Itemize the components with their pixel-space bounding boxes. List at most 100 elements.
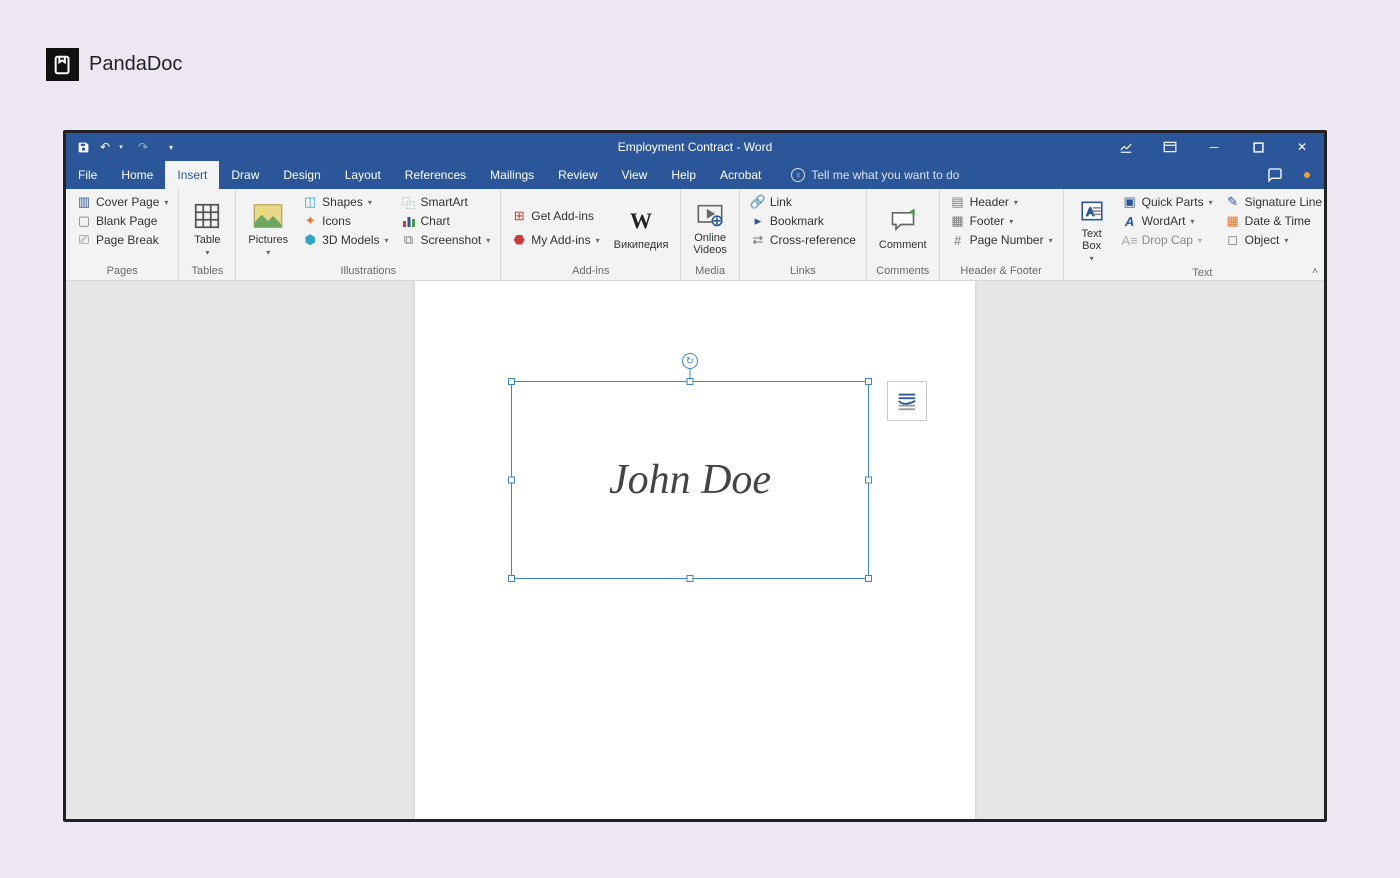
group-links-label: Links [746, 263, 860, 280]
page-break-button[interactable]: ⎚Page Break [72, 231, 172, 249]
my-addins-button[interactable]: ⬣My Add-ins▾ [507, 231, 603, 249]
tab-home[interactable]: Home [109, 161, 165, 189]
group-pages: ▥Cover Page▾ ▢Blank Page ⎚Page Break Pag… [66, 189, 179, 280]
rotate-handle[interactable]: ↻ [682, 353, 698, 369]
ribbon-tabs: File Home Insert Draw Design Layout Refe… [66, 161, 1324, 189]
collapse-ribbon-icon[interactable]: ˄ [1312, 266, 1318, 277]
lightbulb-icon: ♀ [791, 168, 805, 182]
chart-icon [401, 213, 417, 229]
shapes-button[interactable]: ◫Shapes▾ [298, 193, 392, 211]
tab-references[interactable]: References [393, 161, 478, 189]
tab-layout[interactable]: Layout [333, 161, 393, 189]
display-settings-icon[interactable] [1104, 133, 1148, 161]
resize-handle-tm[interactable] [687, 378, 694, 385]
undo-icon[interactable]: ↶ [98, 140, 112, 154]
tab-acrobat[interactable]: Acrobat [708, 161, 773, 189]
footer-button[interactable]: ▦Footer▾ [946, 212, 1057, 230]
document-area: ↻ John Doe [66, 281, 1324, 819]
save-icon[interactable] [76, 140, 90, 154]
cross-reference-button[interactable]: ⇄Cross-reference [746, 231, 860, 249]
minimize-button[interactable]: ─ [1192, 133, 1236, 161]
tab-review[interactable]: Review [546, 161, 609, 189]
video-icon [694, 199, 726, 231]
word-window: ↶ ▾ ↷ ▾ Employment Contract - Word ─ ✕ F… [63, 130, 1327, 822]
titlebar: ↶ ▾ ↷ ▾ Employment Contract - Word ─ ✕ [66, 133, 1324, 161]
feedback-icon[interactable] [1266, 166, 1284, 184]
screenshot-icon: ⧉ [401, 232, 417, 248]
table-button[interactable]: Table▾ [185, 193, 229, 263]
document-page[interactable]: ↻ John Doe [415, 281, 975, 819]
resize-handle-tl[interactable] [508, 378, 515, 385]
get-addins-button[interactable]: ⊞Get Add-ins [507, 207, 603, 225]
tab-draw[interactable]: Draw [219, 161, 271, 189]
chart-button[interactable]: Chart [397, 212, 495, 230]
layout-options-button[interactable] [887, 381, 927, 421]
page-number-icon: # [950, 232, 966, 248]
page-number-button[interactable]: #Page Number▾ [946, 231, 1057, 249]
resize-handle-ml[interactable] [508, 477, 515, 484]
object-button[interactable]: ◻Object▾ [1221, 231, 1327, 249]
group-pages-label: Pages [72, 263, 172, 280]
resize-handle-mr[interactable] [865, 477, 872, 484]
bookmark-button[interactable]: ▸Bookmark [746, 212, 860, 230]
maximize-button[interactable] [1236, 133, 1280, 161]
tab-insert[interactable]: Insert [165, 161, 219, 189]
wordart-button[interactable]: AWordArt▾ [1118, 212, 1217, 230]
signature-textbox[interactable]: John Doe [511, 381, 869, 579]
signature-text[interactable]: John Doe [609, 456, 771, 504]
wikipedia-button[interactable]: W Википедия [608, 193, 675, 263]
resize-handle-bl[interactable] [508, 575, 515, 582]
quick-parts-icon: ▣ [1122, 194, 1138, 210]
redo-icon[interactable]: ↷ [136, 140, 150, 154]
signature-line-button[interactable]: ✎Signature Line▾ [1221, 193, 1327, 211]
window-title: Employment Contract - Word [618, 140, 773, 154]
resize-handle-br[interactable] [865, 575, 872, 582]
calendar-icon: ▦ [1225, 213, 1241, 229]
group-text: A Text Box▾ ▣Quick Parts▾ AWordArt▾ A≡Dr… [1064, 189, 1327, 280]
screenshot-button[interactable]: ⧉Screenshot▾ [397, 231, 495, 249]
qat-customize-icon[interactable]: ▾ [164, 140, 178, 154]
quick-parts-button[interactable]: ▣Quick Parts▾ [1118, 193, 1217, 211]
close-button[interactable]: ✕ [1280, 133, 1324, 161]
tab-help[interactable]: Help [659, 161, 708, 189]
textbox-button[interactable]: A Text Box▾ [1070, 193, 1114, 265]
online-videos-button[interactable]: Online Videos [687, 193, 732, 263]
header-button[interactable]: ▤Header▾ [946, 193, 1057, 211]
pandadoc-brand-name: PandaDoc [89, 53, 182, 76]
blank-page-button[interactable]: ▢Blank Page [72, 212, 172, 230]
signature-icon: ✎ [1225, 194, 1241, 210]
dropcap-button[interactable]: A≡Drop Cap▾ [1118, 231, 1217, 249]
undo-caret-icon[interactable]: ▾ [114, 140, 128, 154]
cube-icon: ⬢ [302, 232, 318, 248]
group-comments: Comment Comments [867, 189, 940, 280]
object-icon: ◻ [1225, 232, 1241, 248]
layout-options-icon [896, 390, 918, 412]
resize-handle-bm[interactable] [687, 575, 694, 582]
addins-icon: ⬣ [511, 232, 527, 248]
date-time-button[interactable]: ▦Date & Time [1221, 212, 1327, 230]
link-button[interactable]: 🔗Link [746, 193, 860, 211]
tell-me-label: Tell me what you want to do [811, 168, 959, 182]
icons-button[interactable]: ✦Icons [298, 212, 392, 230]
pictures-button[interactable]: Pictures▾ [242, 193, 294, 263]
cross-ref-icon: ⇄ [750, 232, 766, 248]
comment-button[interactable]: Comment [873, 193, 933, 263]
wikipedia-icon: W [625, 205, 657, 237]
tab-file[interactable]: File [66, 161, 109, 189]
group-header-footer: ▤Header▾ ▦Footer▾ #Page Number▾ Header &… [940, 189, 1064, 280]
tab-design[interactable]: Design [271, 161, 332, 189]
dropcap-icon: A≡ [1122, 232, 1138, 248]
cover-page-button[interactable]: ▥Cover Page▾ [72, 193, 172, 211]
tell-me-search[interactable]: ♀ Tell me what you want to do [791, 161, 959, 189]
tab-view[interactable]: View [610, 161, 660, 189]
smartart-button[interactable]: ⿻SmartArt [397, 193, 495, 211]
3d-models-button[interactable]: ⬢3D Models▾ [298, 231, 392, 249]
group-illustrations-label: Illustrations [242, 263, 494, 280]
link-icon: 🔗 [750, 194, 766, 210]
tab-mailings[interactable]: Mailings [478, 161, 546, 189]
group-comments-label: Comments [873, 263, 933, 280]
resize-handle-tr[interactable] [865, 378, 872, 385]
ribbon-mode-icon[interactable] [1148, 133, 1192, 161]
textbox-selection[interactable]: ↻ John Doe [511, 381, 869, 579]
smartart-icon: ⿻ [401, 194, 417, 210]
